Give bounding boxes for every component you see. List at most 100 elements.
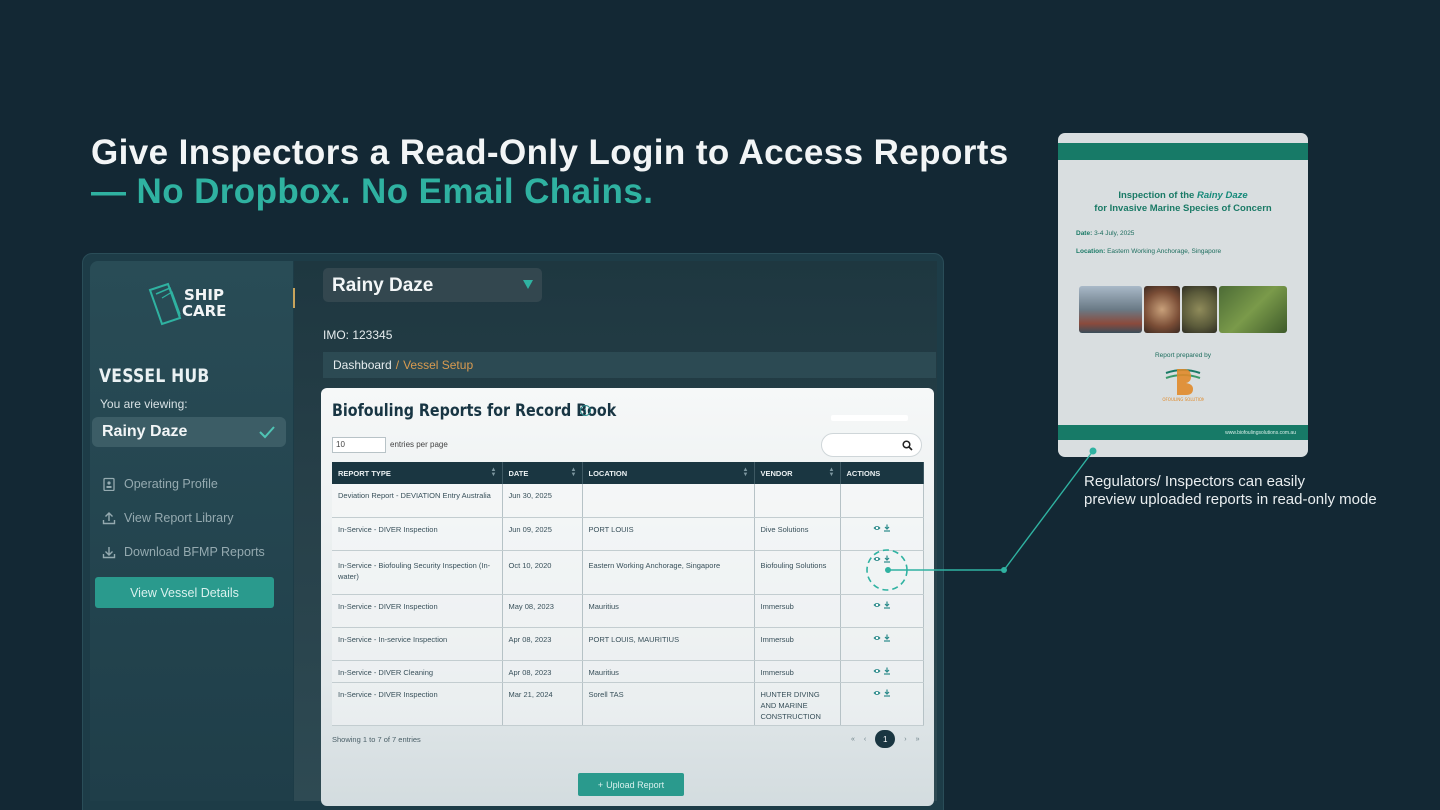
cell-location: PORT LOUIS — [582, 517, 755, 551]
pagination-prev[interactable]: ‹ — [864, 736, 866, 743]
eye-icon[interactable] — [873, 601, 881, 609]
sidebar-item-label: Download BFMP Reports — [124, 545, 265, 559]
cell-actions — [840, 627, 924, 661]
headline-line-1: Give Inspectors a Read-Only Login to Acc… — [91, 133, 1009, 172]
download-icon[interactable] — [883, 634, 891, 642]
table-row: In-Service - Biofouling Security Inspect… — [332, 550, 924, 595]
cell-location: Mauritius — [582, 660, 755, 683]
sidebar-item-operating-profile[interactable]: Operating Profile — [102, 474, 218, 494]
cell-vendor — [754, 484, 841, 518]
cell-report-type: In-Service - DIVER Inspection — [332, 594, 503, 628]
preview-vessel-name: Rainy Daze — [1196, 190, 1248, 201]
cell-location: Sorell TAS — [582, 682, 755, 726]
ship-care-logo: SHIP CARE — [148, 282, 226, 326]
preview-date: Date: 3-4 July, 2025 — [1076, 230, 1135, 237]
sidebar-item-download-bfmp-reports[interactable]: Download BFMP Reports — [102, 542, 265, 562]
headline-line-2: — No Dropbox. No Email Chains. — [91, 172, 654, 211]
eye-icon[interactable] — [873, 524, 881, 532]
check-icon — [259, 426, 275, 439]
entries-per-page-label: entries per page — [390, 440, 448, 449]
table-row: Deviation Report - DEVIATION Entry Austr… — [332, 484, 924, 518]
info-icon[interactable]: i — [580, 405, 591, 416]
download-icon[interactable] — [883, 689, 891, 697]
clipboard-icon — [103, 477, 115, 491]
pagination-last[interactable]: » — [916, 736, 920, 743]
column-header-report-type[interactable]: REPORT TYPE ▲ ▼ — [332, 462, 503, 484]
download-icon[interactable] — [883, 601, 891, 609]
propeller-photo — [1143, 286, 1180, 333]
cell-report-type: In-Service - DIVER Inspection — [332, 517, 503, 551]
plus-icon: + — [597, 779, 604, 790]
pagination-first[interactable]: « — [851, 736, 855, 743]
cell-location: PORT LOUIS, MAURITIUS — [582, 627, 755, 661]
column-header-vendor[interactable]: VENDOR ▲ ▼ — [754, 462, 841, 484]
sidebar-item-view-report-library[interactable]: View Report Library — [102, 508, 234, 528]
sidebar-item-label: View Report Library — [124, 511, 234, 525]
viewing-label: You are viewing: — [100, 397, 188, 411]
imo-number: IMO: 123345 — [323, 328, 393, 342]
cell-actions — [840, 517, 924, 551]
cell-date: Apr 08, 2023 — [502, 627, 583, 661]
preview-url: www.biofoulingsolutions.com.au — [1225, 430, 1296, 436]
cell-date: Oct 10, 2020 — [502, 550, 583, 595]
eye-icon[interactable] — [873, 689, 881, 697]
download-icon[interactable] — [883, 524, 891, 532]
preview-title: Inspection of the Rainy Daze for Invasiv… — [1058, 189, 1308, 215]
cell-actions — [840, 594, 924, 628]
sort-icon: ▲ ▼ — [570, 467, 577, 478]
vessel-select-value: Rainy Daze — [332, 275, 434, 296]
cell-date: May 08, 2023 — [502, 594, 583, 628]
pagination-next[interactable]: › — [904, 736, 906, 743]
hull-photo — [1181, 286, 1218, 333]
breadcrumb-vessel-setup[interactable]: Vessel Setup — [403, 358, 473, 372]
cell-vendor: Immersub — [754, 627, 841, 661]
breadcrumb: Dashboard / Vessel Setup — [323, 352, 936, 378]
column-header-actions: ACTIONS — [840, 462, 924, 484]
sort-icon: ▲ ▼ — [742, 467, 749, 478]
cell-report-type: In-Service - In-service Inspection — [332, 627, 503, 661]
callout-line-2: preview uploaded reports in read-only mo… — [1084, 491, 1377, 508]
upload-icon — [102, 512, 116, 525]
pagination-page-1[interactable]: 1 — [875, 730, 896, 748]
divider-mark — [293, 288, 295, 308]
download-icon[interactable] — [883, 555, 891, 563]
eye-icon[interactable] — [873, 634, 881, 642]
eye-icon[interactable] — [873, 555, 881, 563]
download-icon[interactable] — [883, 667, 891, 675]
vessel-select[interactable]: Rainy Daze — [323, 268, 542, 302]
placeholder-bar — [831, 415, 908, 421]
headline: Give Inspectors a Read-Only Login to Acc… — [91, 133, 1009, 212]
cell-location: Mauritius — [582, 594, 755, 628]
vessel-hub-title: VESSEL HUB — [99, 365, 210, 387]
search-icon — [902, 440, 913, 451]
upload-report-button[interactable]: + Upload Report — [578, 773, 684, 796]
cell-actions — [840, 660, 924, 683]
view-vessel-details-button[interactable]: View Vessel Details — [95, 577, 274, 608]
breadcrumb-dashboard[interactable]: Dashboard — [333, 358, 392, 372]
download-icon — [102, 547, 116, 559]
cell-date: Jun 30, 2025 — [502, 484, 583, 518]
cell-vendor: Immersub — [754, 594, 841, 628]
current-vessel[interactable]: Rainy Daze — [92, 417, 286, 447]
search-input[interactable] — [821, 433, 922, 457]
entries-per-page-select[interactable]: 10 — [332, 437, 386, 453]
column-header-location[interactable]: LOCATION ▲ ▼ — [582, 462, 755, 484]
column-header-date[interactable]: DATE ▲ ▼ — [502, 462, 583, 484]
svg-text:CARE: CARE — [182, 302, 226, 320]
cell-location — [582, 484, 755, 518]
cell-actions — [840, 682, 924, 726]
ship-photo — [1079, 286, 1142, 333]
svg-text:BIOFOULING SOLUTIONS: BIOFOULING SOLUTIONS — [1162, 397, 1204, 402]
table-row: In-Service - DIVER Inspection Mar 21, 20… — [332, 682, 924, 726]
cell-actions — [840, 484, 924, 518]
cell-report-type: In-Service - Biofouling Security Inspect… — [332, 550, 503, 595]
growth-photo — [1219, 286, 1288, 333]
upload-report-label: Upload Report — [606, 779, 665, 790]
cell-report-type: In-Service - DIVER Inspection — [332, 682, 503, 726]
report-preview: Inspection of the Rainy Daze for Invasiv… — [1058, 133, 1308, 457]
preview-title-prefix: Inspection of the — [1118, 190, 1195, 201]
table-row: In-Service - DIVER Inspection Jun 09, 20… — [332, 517, 924, 551]
eye-icon[interactable] — [873, 667, 881, 675]
caret-down-icon — [523, 280, 533, 289]
table-row: In-Service - DIVER Inspection May 08, 20… — [332, 594, 924, 628]
